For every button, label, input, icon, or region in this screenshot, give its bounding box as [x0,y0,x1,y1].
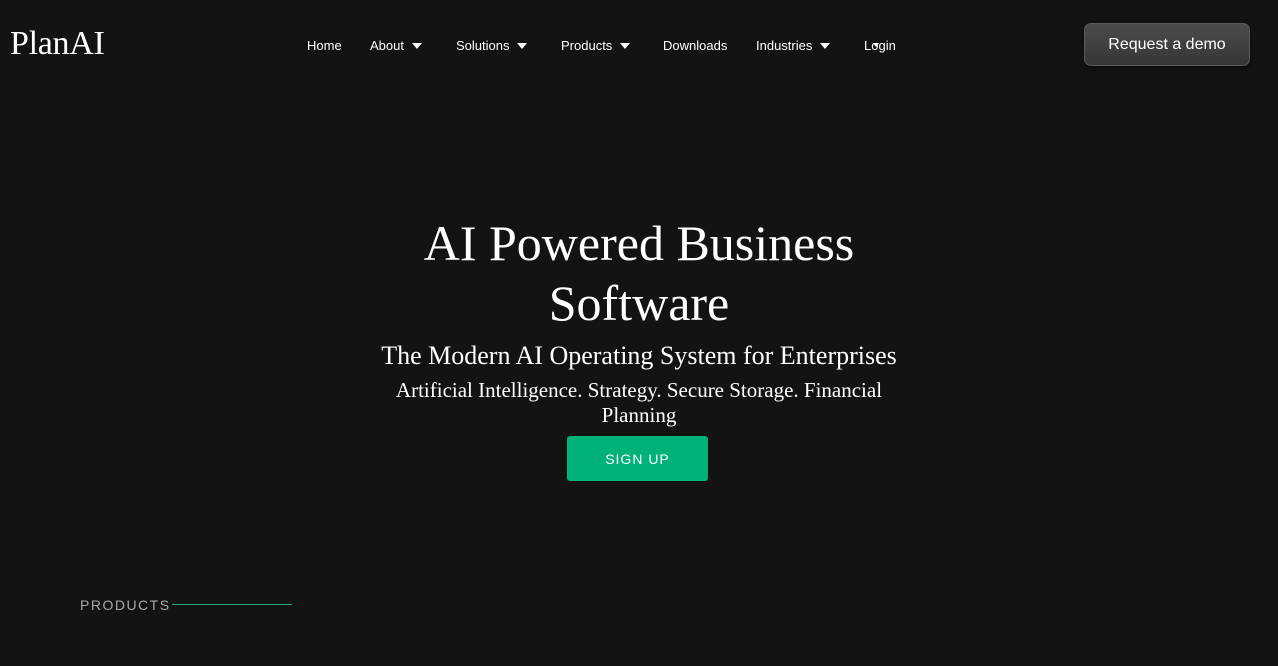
page: PlanAI Home About Solutions Products Dow… [0,0,1278,666]
nav-item-label: Products [561,37,613,53]
nav-item-solutions[interactable]: Solutions [456,34,528,56]
nav-item-label: Industries [756,37,813,53]
section-divider [172,604,292,605]
nav-item-label: About [370,37,404,53]
hero-title-line-1: AI Powered Business [423,215,855,271]
nav-item-downloads[interactable]: Downloads [663,34,727,56]
nav-item-label: Home [307,37,342,53]
hero-title: AI Powered Business Software [0,213,1278,333]
request-demo-button[interactable]: Request a demo [1084,23,1250,66]
nav-item-about[interactable]: About [370,34,422,56]
nav-item-products[interactable]: Products [561,34,631,56]
products-section-label: PRODUCTS [80,597,171,613]
sign-up-button[interactable]: SIGN UP [567,436,708,481]
nav-item-login[interactable]: Login [864,34,896,56]
caret-down-icon [411,42,422,49]
nav-item-label: Solutions [456,37,510,53]
nav-item-label: Downloads [663,37,728,53]
nav-item-industries[interactable]: Industries [756,34,831,56]
caret-down-icon [620,42,631,49]
hero-tagline: Artificial Intelligence. Strategy. Secur… [395,378,883,427]
caret-down-icon [873,43,879,47]
caret-down-icon [517,42,528,49]
hero-subtitle: The Modern AI Operating System for Enter… [381,341,897,370]
hero-title-line-2: Software [548,275,730,331]
caret-down-icon [820,42,831,49]
nav-item-label: Login [864,37,896,53]
nav-item-home[interactable]: Home [307,34,342,56]
